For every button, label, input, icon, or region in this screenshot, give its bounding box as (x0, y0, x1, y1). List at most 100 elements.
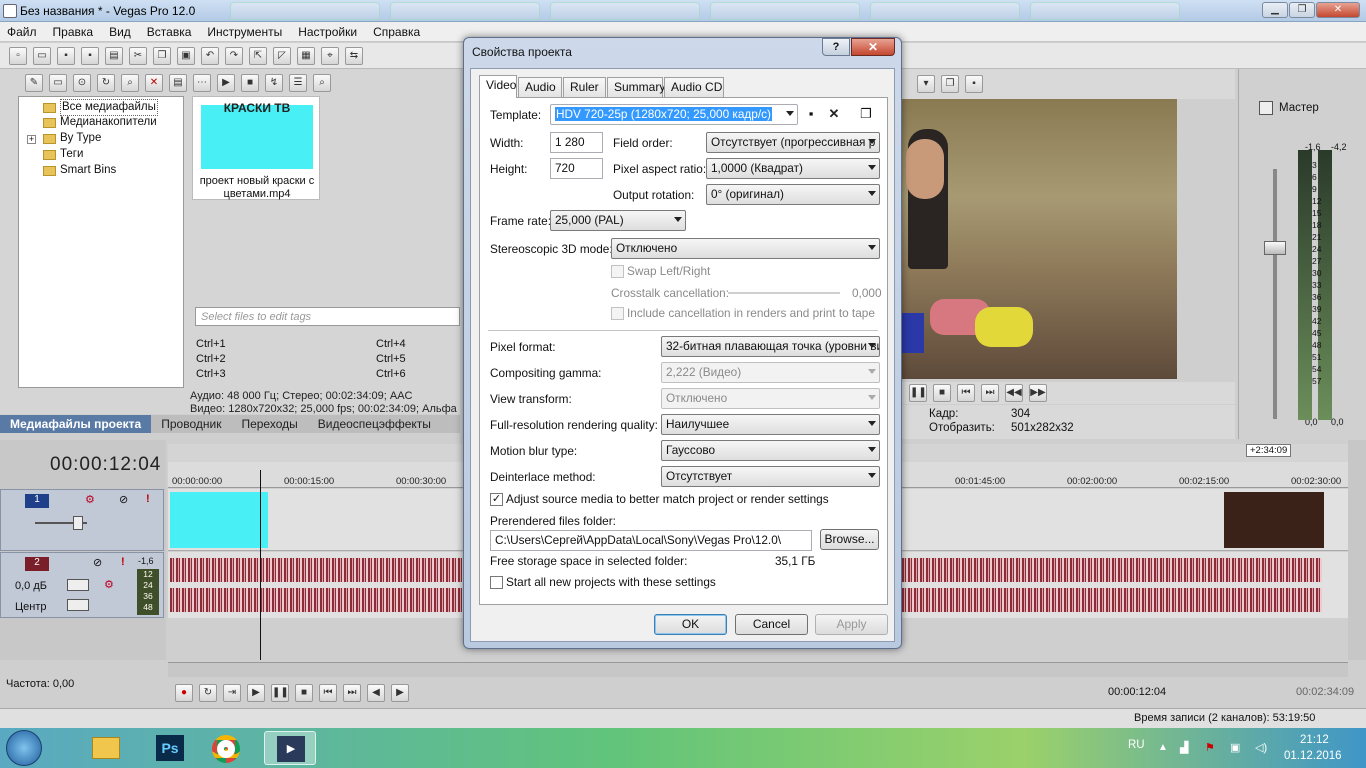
solo-icon[interactable]: ! (146, 493, 150, 505)
track-fx-icon[interactable]: ⚙ (85, 493, 95, 506)
play-icon[interactable]: ▶ (247, 684, 265, 702)
chrome-taskbar-icon[interactable] (200, 731, 252, 765)
loop-icon[interactable]: ↻ (199, 684, 217, 702)
media-fx-icon[interactable]: ⋯ (193, 74, 211, 92)
forward-icon[interactable]: ▶▶ (1029, 384, 1047, 402)
play-icon[interactable]: ▶ (217, 74, 235, 92)
tab-transitions[interactable]: Переходы (231, 415, 307, 433)
network-icon[interactable]: ▟ (1180, 741, 1188, 754)
copy-snapshot-icon[interactable]: ❐ (941, 75, 959, 93)
mute-icon[interactable]: ⊘ (119, 493, 128, 506)
save-snapshot-icon[interactable]: ▪ (965, 75, 983, 93)
tab-project-media[interactable]: Медиафайлы проекта (0, 415, 152, 433)
auto-ripple-icon[interactable]: ⇆ (345, 46, 363, 65)
volume-icon[interactable]: ◁) (1255, 741, 1267, 754)
tab-video-fx[interactable]: Видеоспецэффекты (308, 415, 441, 433)
tree-item-tags[interactable]: Теги (43, 147, 83, 162)
selection-tool-icon[interactable]: ▦ (297, 46, 315, 65)
apply-button[interactable]: Apply (815, 614, 888, 635)
tab-explorer[interactable]: Проводник (151, 415, 231, 433)
snapping-icon[interactable]: ⌖ (321, 46, 339, 65)
master-fader[interactable] (1264, 241, 1286, 255)
save-icon[interactable]: ▪ (57, 46, 75, 65)
tab-summary[interactable]: Summary (607, 77, 665, 97)
window-title-bar[interactable]: Без названия * - Vegas Pro 12.0 ▁ ❐ ✕ (0, 0, 1366, 22)
tab-ruler[interactable]: Ruler (563, 77, 606, 97)
horizontal-scrollbar[interactable] (168, 662, 1348, 677)
playhead-cursor[interactable] (260, 470, 261, 660)
track-header-audio[interactable]: 2 ⊘ ! -1,6 0,0 дБ ⚙ Центр 12 24 36 48 (0, 552, 164, 618)
output-rotation-select[interactable]: 0° (оригинал) (706, 184, 880, 205)
import-media-icon[interactable]: ✎ (25, 74, 43, 92)
tab-audio-cd[interactable]: Audio CD (664, 77, 724, 97)
tab-audio[interactable]: Audio (518, 77, 562, 97)
save-template-icon[interactable]: ▪ (802, 105, 820, 123)
new-project-icon[interactable]: ▫ (9, 46, 27, 65)
video-clip-end[interactable] (1224, 492, 1324, 548)
save-as-icon[interactable]: ▪ (81, 46, 99, 65)
minimize-button[interactable]: ▁ (1262, 2, 1288, 18)
solo-icon[interactable]: ! (121, 556, 125, 568)
pause-icon[interactable]: ❚❚ (271, 684, 289, 702)
track-fx-icon[interactable]: ⚙ (104, 578, 114, 591)
close-window-button[interactable]: ✕ (1316, 2, 1360, 18)
action-center-icon[interactable]: ⚑ (1205, 741, 1215, 754)
get-media-icon[interactable]: ⊙ (73, 74, 91, 92)
next-frame-icon[interactable]: ▶ (391, 684, 409, 702)
menu-help[interactable]: Справка (373, 22, 420, 42)
prerender-folder-input[interactable]: C:\Users\Сергей\AppData\Local\Sony\Vegas… (490, 530, 812, 551)
clock-date[interactable]: 01.12.2016 (1284, 750, 1342, 762)
start-button[interactable] (6, 730, 42, 766)
template-select[interactable]: HDV 720-25p (1280x720; 25,000 кадр/с) (550, 104, 798, 125)
volume-slider[interactable] (67, 579, 89, 591)
prev-frame-icon[interactable]: ◀ (367, 684, 385, 702)
cut-icon[interactable]: ✂ (129, 46, 147, 65)
crosstalk-slider[interactable] (728, 292, 840, 294)
rewind-icon[interactable]: ◀◀ (1005, 384, 1023, 402)
deinterlace-select[interactable]: Отсутствует (661, 466, 880, 487)
views-icon[interactable]: ☰ (289, 74, 307, 92)
start-all-projects-checkbox[interactable] (490, 576, 503, 589)
media-thumbnail[interactable]: КРАСКИ ТВ проект новый краски с цветами.… (192, 96, 320, 200)
adjust-source-media-checkbox[interactable]: ✓ (490, 493, 503, 506)
normal-edit-tool-icon[interactable]: ⇱ (249, 46, 267, 65)
language-indicator[interactable]: RU (1128, 739, 1145, 751)
prev-frame-icon[interactable]: ⏮ (957, 384, 975, 402)
paste-icon[interactable]: ▣ (177, 46, 195, 65)
dialog-close-button[interactable]: ✕ (851, 38, 895, 56)
compositing-gamma-select[interactable]: 2,222 (Видео) (661, 362, 880, 383)
stop-icon[interactable]: ■ (933, 384, 951, 402)
vertical-scrollbar[interactable] (1348, 440, 1366, 660)
ok-button[interactable]: OK (654, 614, 727, 635)
video-clip[interactable] (170, 492, 268, 548)
motion-blur-select[interactable]: Гауссово (661, 440, 880, 461)
explorer-taskbar-icon[interactable] (80, 731, 132, 765)
redo-icon[interactable]: ↷ (225, 46, 243, 65)
mute-icon[interactable]: ⊘ (93, 556, 102, 569)
next-frame-icon[interactable]: ⏭ (981, 384, 999, 402)
go-to-start-icon[interactable]: ⏮ (319, 684, 337, 702)
device-icon[interactable]: ▣ (1230, 741, 1240, 754)
tree-item-by-type[interactable]: By Type (43, 131, 101, 146)
preview-dropdown-icon[interactable]: ▾ (917, 75, 935, 93)
menu-edit[interactable]: Правка (53, 22, 94, 42)
menu-insert[interactable]: Вставка (147, 22, 192, 42)
refresh-icon[interactable]: ↻ (97, 74, 115, 92)
tree-item-media-generators[interactable]: Медианакопители (43, 115, 157, 130)
vegas-taskbar-icon[interactable]: ▶ (264, 731, 316, 765)
frame-rate-select[interactable]: 25,000 (PAL) (550, 210, 686, 231)
view-transform-select[interactable]: Отключено (661, 388, 880, 409)
expand-icon[interactable]: + (27, 135, 36, 144)
tab-video[interactable]: Video (479, 75, 517, 98)
field-order-select[interactable]: Отсутствует (прогрессивная р (706, 132, 880, 153)
search-media-icon[interactable]: ⌕ (121, 74, 139, 92)
pixel-format-select[interactable]: 32-битная плавающая точка (уровни ви (661, 336, 880, 357)
play-from-start-icon[interactable]: ⇥ (223, 684, 241, 702)
record-icon[interactable]: ● (175, 684, 193, 702)
go-to-end-icon[interactable]: ⏭ (343, 684, 361, 702)
width-input[interactable]: 1 280 (550, 132, 603, 153)
include-cancellation-checkbox[interactable] (611, 307, 624, 320)
rendering-quality-select[interactable]: Наилучшее (661, 414, 880, 435)
menu-view[interactable]: Вид (109, 22, 131, 42)
cancel-button[interactable]: Cancel (735, 614, 808, 635)
